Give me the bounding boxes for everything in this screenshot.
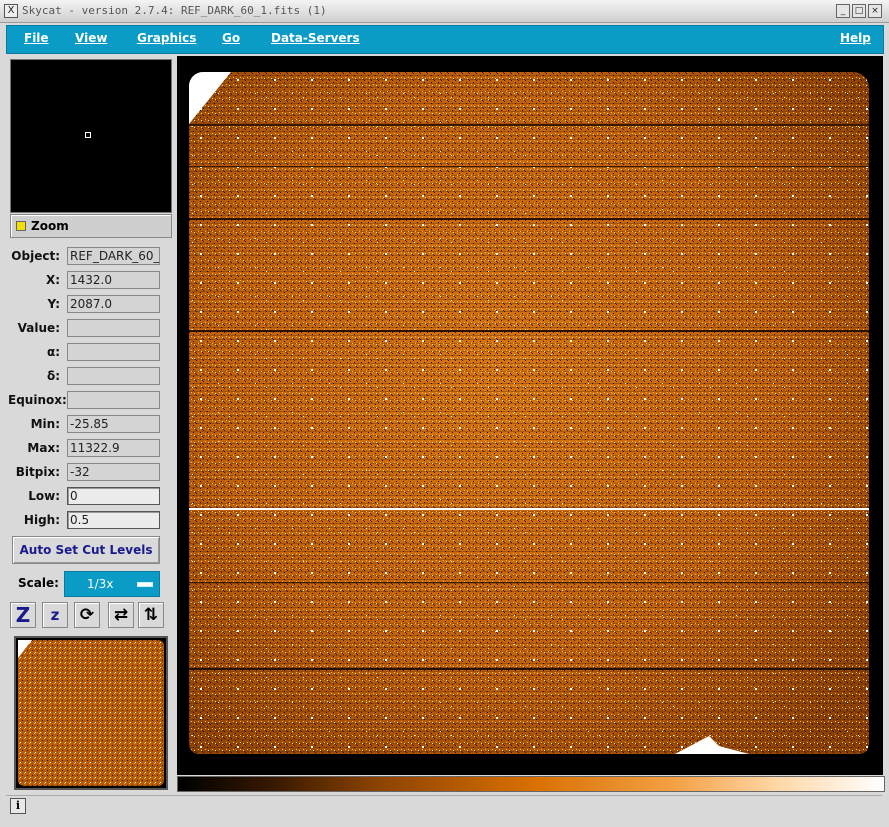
flip-y-button[interactable]: ⇅ — [138, 602, 164, 628]
flip-x-button[interactable]: ⇄ — [108, 602, 134, 628]
delta-value — [67, 367, 160, 385]
field-label: Max: — [27, 441, 60, 455]
status-bar — [6, 795, 882, 820]
field-label: Y: — [47, 297, 60, 311]
scale-label: Scale: — [18, 576, 59, 590]
zoom-label: Zoom — [31, 219, 69, 233]
scale-menu[interactable]: 1/3x — [64, 571, 160, 597]
field-equinox: Equinox: — [8, 391, 168, 411]
menubar: File View Graphics Go Data-Servers Help — [6, 25, 884, 54]
menu-view[interactable]: View — [75, 31, 107, 45]
window-title-bar[interactable]: X Skycat - version 2.7.4: REF_DARK_60_1.… — [0, 0, 889, 23]
rotate-button[interactable]: ⟳ — [74, 602, 100, 628]
menu-help[interactable]: Help — [840, 31, 871, 45]
menu-graphics[interactable]: Graphics — [137, 31, 196, 45]
field-low: Low: 0 — [8, 487, 168, 507]
info-icon[interactable]: i — [10, 798, 26, 814]
close-button[interactable]: × — [868, 4, 882, 18]
thumbnail-image — [18, 640, 164, 786]
zoom-out-button[interactable]: z — [42, 602, 68, 628]
zoom-in-icon: Z — [15, 603, 31, 627]
zoom-view[interactable] — [10, 59, 172, 213]
field-label: Object: — [11, 249, 60, 263]
window-title: Skycat - version 2.7.4: REF_DARK_60_1.fi… — [22, 4, 327, 17]
fits-image-pixels — [189, 72, 869, 754]
rotate-icon: ⟳ — [79, 605, 95, 625]
field-label: Min: — [30, 417, 60, 431]
field-label: Value: — [17, 321, 60, 335]
field-max: Max: 11322.9 — [8, 439, 168, 459]
flip-x-icon: ⇄ — [113, 605, 129, 625]
y-value: 2087.0 — [67, 295, 160, 313]
field-object: Object: REF_DARK_60_1 — [8, 247, 168, 267]
field-delta: δ: — [8, 367, 168, 387]
field-label: Equinox: — [8, 393, 67, 407]
field-label: α: — [46, 345, 60, 359]
max-value: 11322.9 — [67, 439, 160, 457]
bitpix-value: -32 — [67, 463, 160, 481]
fits-image[interactable] — [189, 72, 869, 754]
menu-go[interactable]: Go — [222, 31, 240, 45]
zoom-in-button[interactable]: Z — [10, 602, 36, 628]
x-value: 1432.0 — [67, 271, 160, 289]
zoom-cursor-marker — [85, 132, 91, 138]
colormap-bar[interactable] — [177, 776, 885, 792]
field-label: Low: — [28, 489, 60, 503]
window-menu-icon[interactable]: X — [4, 4, 18, 18]
field-min: Min: -25.85 — [8, 415, 168, 435]
field-label: Bitpix: — [15, 465, 60, 479]
panner-thumbnail[interactable] — [14, 636, 168, 790]
equinox-value — [67, 391, 160, 409]
scale-value: 1/3x — [87, 577, 114, 591]
field-bitpix: Bitpix: -32 — [8, 463, 168, 483]
field-label: X: — [45, 273, 60, 287]
option-menu-indicator-icon — [137, 582, 153, 587]
field-alpha: α: — [8, 343, 168, 363]
alpha-value — [67, 343, 160, 361]
object-value: REF_DARK_60_1 — [67, 247, 160, 265]
menu-data-servers[interactable]: Data-Servers — [271, 31, 360, 45]
field-high: High: 0.5 — [8, 511, 168, 531]
flip-y-icon: ⇅ — [143, 605, 159, 625]
minimize-button[interactable]: _ — [836, 4, 850, 18]
field-y: Y: 2087.0 — [8, 295, 168, 315]
zoom-out-icon: z — [50, 606, 60, 624]
auto-set-cut-levels-button[interactable]: Auto Set Cut Levels — [12, 536, 160, 564]
low-cut-input[interactable]: 0 — [67, 487, 160, 505]
field-label: δ: — [46, 369, 60, 383]
maximize-button[interactable]: □ — [852, 4, 866, 18]
high-cut-input[interactable]: 0.5 — [67, 511, 160, 529]
field-x: X: 1432.0 — [8, 271, 168, 291]
field-value: Value: — [8, 319, 168, 339]
menu-file[interactable]: File — [24, 31, 49, 45]
zoom-toggle[interactable]: Zoom — [10, 214, 172, 238]
min-value: -25.85 — [67, 415, 160, 433]
zoom-indicator-icon — [16, 221, 26, 231]
pixel-value — [67, 319, 160, 337]
field-label: High: — [23, 513, 60, 527]
